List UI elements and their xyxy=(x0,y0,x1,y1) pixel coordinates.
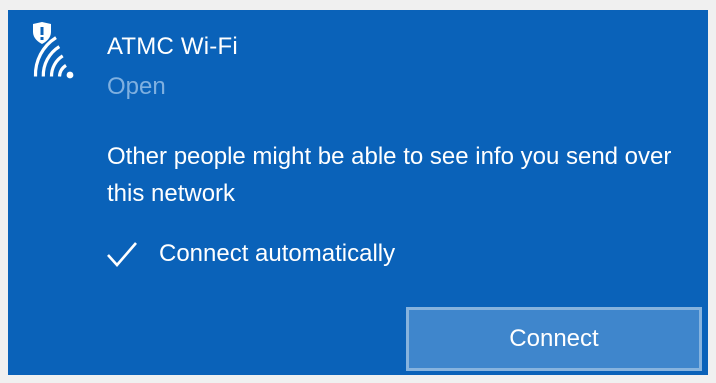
security-warning-text: Other people might be able to see info y… xyxy=(107,143,672,207)
connect-automatically-checkbox[interactable] xyxy=(104,236,140,272)
checkmark-icon xyxy=(107,242,137,267)
network-name: ATMC Wi-Fi xyxy=(107,33,238,60)
connect-button[interactable]: Connect xyxy=(406,307,702,371)
network-security-status: Open xyxy=(107,73,166,100)
wifi-unsecured-icon xyxy=(29,22,89,84)
connect-automatically-option[interactable]: Connect automatically xyxy=(104,235,395,273)
wifi-network-panel[interactable]: ATMC Wi-Fi Open Other people might be ab… xyxy=(8,10,708,375)
connect-automatically-label: Connect automatically xyxy=(159,240,396,267)
